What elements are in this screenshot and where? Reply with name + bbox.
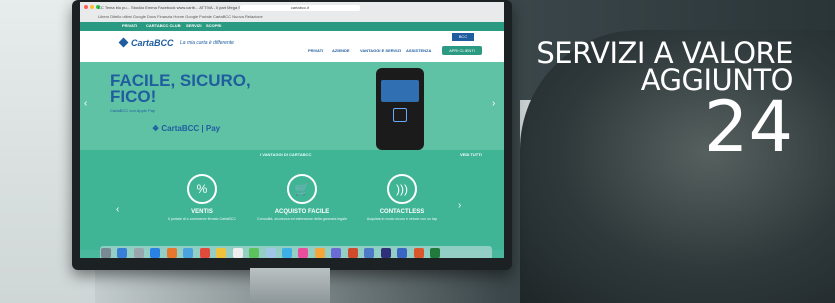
- dock-app-icon[interactable]: [216, 248, 227, 258]
- bookmarks-bar[interactable]: Libero Ditello ultimi Google Docs Finanz…: [98, 14, 263, 19]
- feature-name: VENTIS: [191, 209, 213, 215]
- top-link-club[interactable]: CARTABCC CLUB: [146, 23, 181, 28]
- dock-app-icon[interactable]: [117, 248, 128, 258]
- site-top-bar: PRIVATI CARTABCC CLUB SERVIZI SCOPRI: [80, 22, 504, 31]
- credit-card-image: [381, 80, 419, 102]
- hero-title: FACILE, SICURO, FICO!: [110, 72, 251, 106]
- dock-app-icon[interactable]: [413, 248, 424, 258]
- dock-app-icon[interactable]: [249, 248, 260, 258]
- nav-aziende[interactable]: AZIENDE: [332, 48, 350, 53]
- feature-desc: Acquista in modo sicuro e veloce con un …: [366, 217, 438, 221]
- dock-app-icon[interactable]: [232, 248, 243, 258]
- dock-app-icon[interactable]: [331, 248, 342, 258]
- nav-vantaggi[interactable]: VANTAGGI E SERVIZI: [360, 48, 401, 53]
- dock-app-icon[interactable]: [281, 248, 292, 258]
- percent-icon: %: [187, 174, 217, 204]
- photo-scene: CC Tema blu pu... Stockio Emma Facebook …: [0, 0, 835, 303]
- dock-app-icon[interactable]: [199, 248, 210, 258]
- feature-prev-arrow-icon[interactable]: ‹: [116, 204, 119, 215]
- dock-app-icon[interactable]: [166, 248, 177, 258]
- phone-image: [376, 68, 424, 150]
- url-bar[interactable]: cartabcc.it: [240, 5, 360, 11]
- dock-app-icon[interactable]: [347, 248, 358, 258]
- monitor-screen: CC Tema blu pu... Stockio Emma Facebook …: [80, 2, 504, 258]
- feature-name: CONTACTLESS: [379, 209, 425, 215]
- feature-desc: Il portale di e-commerce firmato CartaBC…: [168, 217, 236, 221]
- browser-chrome: CC Tema blu pu... Stockio Emma Facebook …: [80, 2, 504, 23]
- dock-app-icon[interactable]: [183, 248, 194, 258]
- overlay-caption: SERVIZI A VALORE AGGIUNTO 24: [536, 39, 793, 168]
- contactless-icon: ))): [387, 174, 417, 204]
- mac-dock: [100, 246, 492, 258]
- dock-app-icon[interactable]: [298, 248, 309, 258]
- monitor-stand: [250, 268, 330, 303]
- hero-subtitle: CartaBCC con Apple Pay: [110, 108, 155, 113]
- top-link-servizi[interactable]: SERVIZI: [186, 23, 202, 28]
- vedi-tutti-link[interactable]: VEDI TUTTI: [460, 152, 482, 157]
- hero-title-line2: FICO!: [110, 87, 157, 106]
- cart-icon: 🛒: [287, 174, 317, 204]
- monitor: CC Tema blu pu... Stockio Emma Facebook …: [72, 0, 512, 270]
- feature-next-arrow-icon[interactable]: ›: [458, 200, 461, 211]
- apri-clienti-button[interactable]: APRI CLIENTI: [442, 46, 482, 55]
- site-tagline: La mia carta è differente: [180, 40, 234, 46]
- dock-app-icon[interactable]: [397, 248, 408, 258]
- dock-app-icon[interactable]: [133, 248, 144, 258]
- dock-app-icon[interactable]: [265, 248, 276, 258]
- dock-app-icon[interactable]: [150, 248, 161, 258]
- logo-text: CartaBCC: [131, 38, 174, 48]
- feature-name: ACQUISTO FACILE: [274, 209, 330, 215]
- hero-brand-logos: ❖ CartaBCC | Pay: [152, 124, 221, 133]
- face-id-icon: [393, 108, 407, 122]
- feature-desc: Comodità, sicurezza ed estensione della …: [257, 217, 347, 221]
- dock-app-icon[interactable]: [380, 248, 391, 258]
- hero-prev-arrow-icon[interactable]: ‹: [84, 98, 87, 109]
- feature-acquisto-facile[interactable]: 🛒 ACQUISTO FACILE Comodità, sicurezza ed…: [252, 174, 352, 221]
- nav-assistenza[interactable]: ASSISTENZA: [406, 48, 431, 53]
- logo-diamond-icon: [118, 37, 129, 48]
- feature-contactless[interactable]: ))) CONTACTLESS Acquista in modo sicuro …: [352, 174, 452, 221]
- top-link-scopri[interactable]: SCOPRI: [206, 23, 221, 28]
- vantaggi-title: I VANTAGGI DI CARTABCC: [260, 152, 312, 157]
- nav-privati[interactable]: PRIVATI: [308, 48, 323, 53]
- dock-app-icon[interactable]: [430, 248, 441, 258]
- bcc-logo: BCC: [452, 33, 474, 41]
- cartabcc-logo[interactable]: CartaBCC: [118, 37, 174, 48]
- top-link-privati[interactable]: PRIVATI: [122, 23, 137, 28]
- dock-app-icon[interactable]: [364, 248, 375, 258]
- dock-app-icon[interactable]: [314, 248, 325, 258]
- feature-ventis[interactable]: % VENTIS Il portale di e-commerce firmat…: [152, 174, 252, 221]
- hero-next-arrow-icon[interactable]: ›: [492, 98, 495, 109]
- dock-app-icon[interactable]: [101, 248, 111, 258]
- overlay-number: 24: [703, 86, 793, 168]
